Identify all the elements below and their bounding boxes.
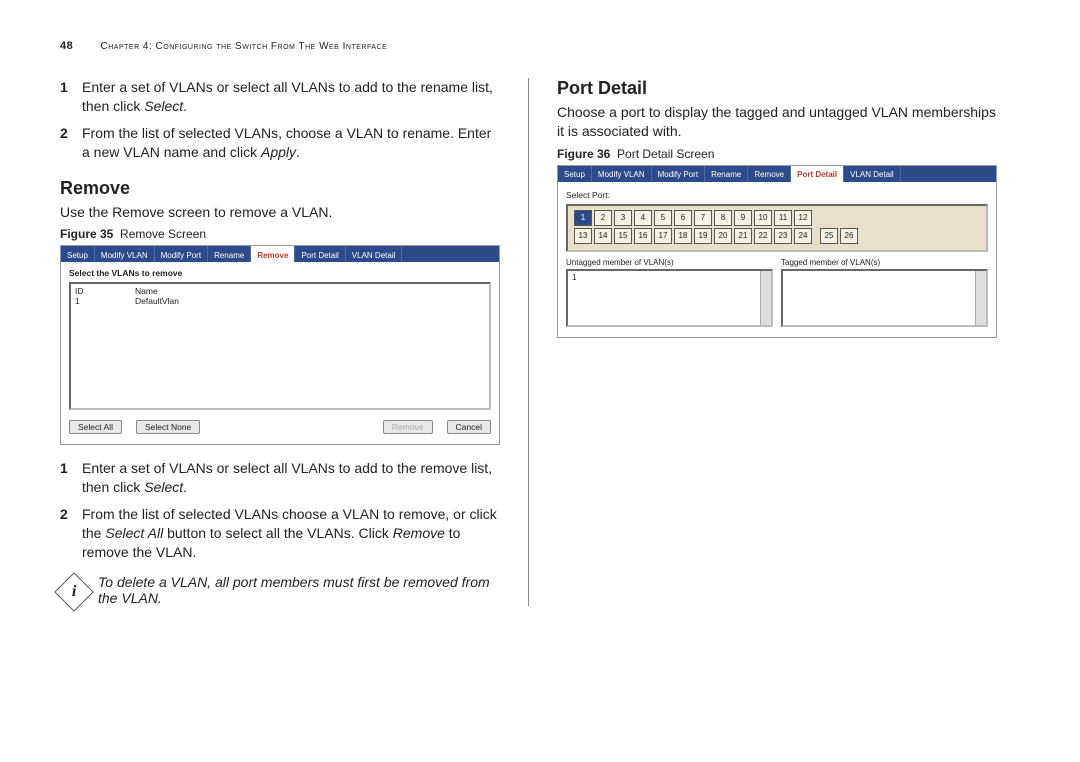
port-cell[interactable]: 7 bbox=[694, 210, 712, 226]
step-text: Enter a set of VLANs or select all VLANs… bbox=[82, 459, 500, 497]
step-number: 1 bbox=[60, 78, 82, 116]
port-cell[interactable]: 12 bbox=[794, 210, 812, 226]
port-cell[interactable]: 5 bbox=[654, 210, 672, 226]
untagged-listbox[interactable]: 1 bbox=[566, 269, 773, 327]
cancel-button[interactable]: Cancel bbox=[447, 420, 491, 434]
page-header: 48 Chapter 4: Configuring the Switch Fro… bbox=[60, 40, 1020, 52]
port-cell[interactable]: 20 bbox=[714, 228, 732, 244]
port-cell[interactable]: 19 bbox=[694, 228, 712, 244]
tab-remove[interactable]: Remove bbox=[251, 246, 295, 262]
left-column: 1 Enter a set of VLANs or select all VLA… bbox=[60, 78, 500, 606]
step-number: 2 bbox=[60, 505, 82, 562]
port-selector: 1 2 3 4 5 6 7 8 9 10 11 12 bbox=[566, 204, 988, 252]
tab-rename[interactable]: Rename bbox=[208, 246, 251, 262]
tagged-label: Tagged member of VLAN(s) bbox=[781, 258, 988, 267]
port-cell[interactable]: 23 bbox=[774, 228, 792, 244]
step-number: 2 bbox=[60, 124, 82, 162]
port-cell[interactable]: 3 bbox=[614, 210, 632, 226]
port-cell[interactable]: 24 bbox=[794, 228, 812, 244]
port-cell[interactable]: 26 bbox=[840, 228, 858, 244]
tab-port-detail[interactable]: Port Detail bbox=[791, 166, 844, 182]
port-cell[interactable]: 11 bbox=[774, 210, 792, 226]
port-cell[interactable]: 1 bbox=[574, 210, 592, 226]
port-cell[interactable]: 17 bbox=[654, 228, 672, 244]
tab-port-detail[interactable]: Port Detail bbox=[295, 246, 345, 262]
figure-caption: Figure 35 Remove Screen bbox=[60, 227, 500, 241]
chapter-title: Chapter 4: Configuring the Switch From T… bbox=[101, 41, 388, 52]
col-name: Name bbox=[135, 286, 158, 296]
tab-bar: Setup Modify VLAN Modify Port Rename Rem… bbox=[61, 246, 499, 262]
tagged-listbox[interactable] bbox=[781, 269, 988, 327]
tab-modify-vlan[interactable]: Modify VLAN bbox=[95, 246, 155, 262]
tab-modify-port[interactable]: Modify Port bbox=[652, 166, 705, 182]
right-column: Port Detail Choose a port to display the… bbox=[557, 78, 997, 606]
tab-modify-port[interactable]: Modify Port bbox=[155, 246, 208, 262]
select-all-button[interactable]: Select All bbox=[69, 420, 122, 434]
step-number: 1 bbox=[60, 459, 82, 497]
scrollbar[interactable] bbox=[975, 271, 986, 325]
step-text: From the list of selected VLANs, choose … bbox=[82, 124, 500, 162]
info-icon: i bbox=[54, 572, 94, 612]
figure-port-detail-screen: Setup Modify VLAN Modify Port Rename Rem… bbox=[557, 165, 997, 338]
select-port-label: Select Port: bbox=[566, 190, 988, 200]
select-none-button[interactable]: Select None bbox=[136, 420, 200, 434]
port-cell[interactable]: 21 bbox=[734, 228, 752, 244]
note-block: i To delete a VLAN, all port members mus… bbox=[60, 574, 500, 606]
remove-button[interactable]: Remove bbox=[383, 420, 433, 434]
page-number: 48 bbox=[60, 40, 73, 52]
figure-remove-screen: Setup Modify VLAN Modify Port Rename Rem… bbox=[60, 245, 500, 445]
tab-rename[interactable]: Rename bbox=[705, 166, 748, 182]
port-cell[interactable]: 15 bbox=[614, 228, 632, 244]
port-cell[interactable]: 6 bbox=[674, 210, 692, 226]
tab-setup[interactable]: Setup bbox=[61, 246, 95, 262]
untagged-label: Untagged member of VLAN(s) bbox=[566, 258, 773, 267]
step-text: From the list of selected VLANs choose a… bbox=[82, 505, 500, 562]
port-cell[interactable]: 10 bbox=[754, 210, 772, 226]
tab-vlan-detail[interactable]: VLAN Detail bbox=[844, 166, 901, 182]
port-cell[interactable]: 14 bbox=[594, 228, 612, 244]
port-cell[interactable]: 4 bbox=[634, 210, 652, 226]
port-cell[interactable]: 9 bbox=[734, 210, 752, 226]
list-item[interactable]: 1 DefaultVlan bbox=[75, 296, 485, 306]
scrollbar[interactable] bbox=[760, 271, 771, 325]
port-cell[interactable]: 16 bbox=[634, 228, 652, 244]
section-heading-remove: Remove bbox=[60, 178, 500, 199]
instruction-label: Select the VLANs to remove bbox=[69, 268, 491, 278]
tab-remove[interactable]: Remove bbox=[748, 166, 791, 182]
note-text: To delete a VLAN, all port members must … bbox=[98, 574, 500, 606]
tab-vlan-detail[interactable]: VLAN Detail bbox=[346, 246, 403, 262]
port-cell[interactable]: 25 bbox=[820, 228, 838, 244]
column-divider bbox=[528, 78, 529, 606]
section-body: Choose a port to display the tagged and … bbox=[557, 103, 997, 141]
section-body: Use the Remove screen to remove a VLAN. bbox=[60, 203, 500, 222]
step-text: Enter a set of VLANs or select all VLANs… bbox=[82, 78, 500, 116]
port-cell[interactable]: 13 bbox=[574, 228, 592, 244]
tab-bar: Setup Modify VLAN Modify Port Rename Rem… bbox=[558, 166, 996, 182]
port-cell[interactable]: 18 bbox=[674, 228, 692, 244]
port-cell[interactable]: 8 bbox=[714, 210, 732, 226]
col-id: ID bbox=[75, 286, 135, 296]
vlan-listbox[interactable]: ID Name 1 DefaultVlan bbox=[69, 282, 491, 410]
tab-setup[interactable]: Setup bbox=[558, 166, 592, 182]
section-heading-port-detail: Port Detail bbox=[557, 78, 997, 99]
tab-modify-vlan[interactable]: Modify VLAN bbox=[592, 166, 652, 182]
port-cell[interactable]: 2 bbox=[594, 210, 612, 226]
figure-caption: Figure 36 Port Detail Screen bbox=[557, 147, 997, 161]
port-cell[interactable]: 22 bbox=[754, 228, 772, 244]
